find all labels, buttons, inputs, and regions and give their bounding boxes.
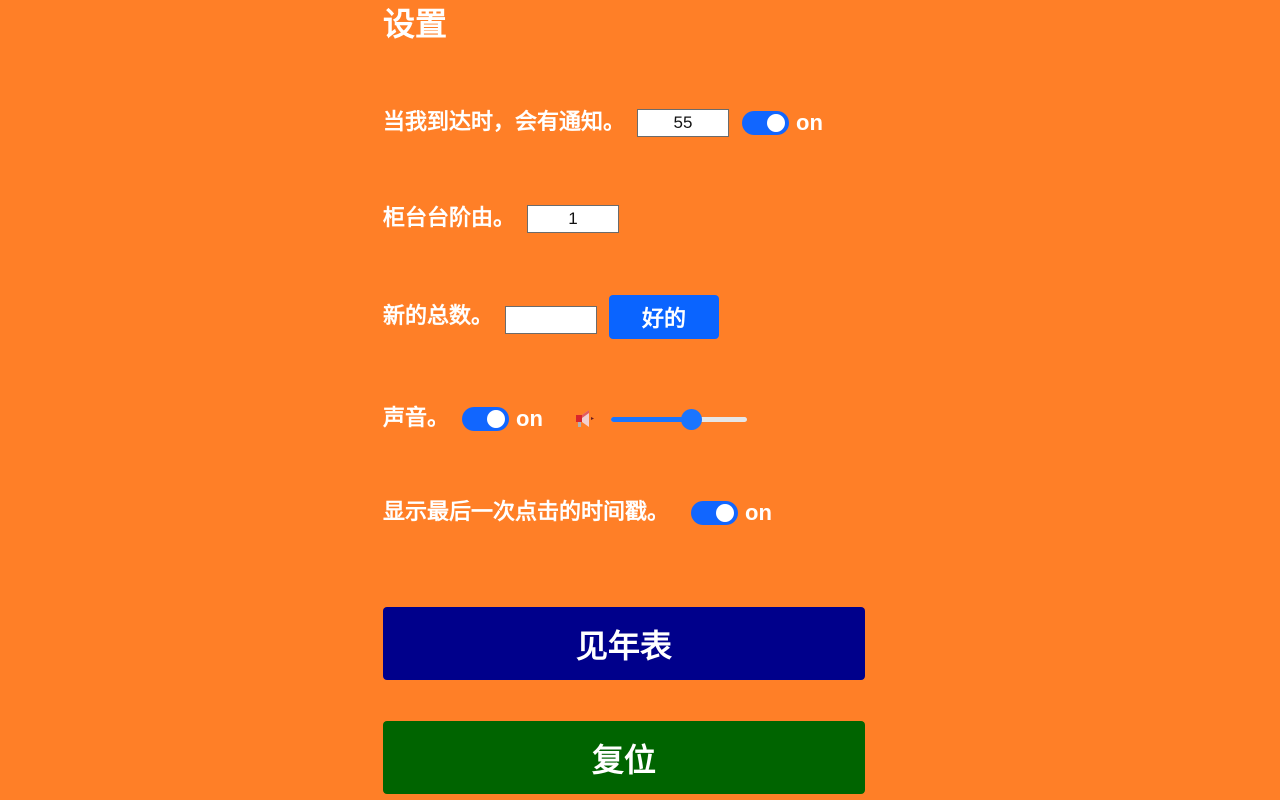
toggle-knob	[716, 504, 735, 522]
notify-row: 当我到达时，会有通知。 on	[383, 106, 823, 140]
new-total-row: 新的总数。 好的	[383, 295, 720, 339]
volume-thumb[interactable]	[680, 409, 702, 430]
counter-step-input[interactable]	[527, 205, 620, 233]
timestamp-toggle-state: on	[745, 500, 772, 525]
notify-toggle[interactable]	[742, 111, 790, 135]
volume-slider[interactable]	[610, 408, 747, 430]
sound-toggle[interactable]	[462, 407, 510, 431]
notify-count-input[interactable]	[637, 109, 730, 137]
sound-label: 声音。	[383, 406, 450, 431]
ok-button[interactable]: 好的	[609, 295, 720, 339]
timestamp-toggle[interactable]	[691, 501, 739, 525]
notify-label: 当我到达时，会有通知。	[383, 110, 626, 135]
timestamp-label: 显示最后一次点击的时间戳。	[383, 500, 670, 525]
new-total-input[interactable]	[505, 306, 598, 334]
page-title: 设置	[383, 5, 448, 43]
speaker-icon	[575, 408, 597, 430]
toggle-knob	[767, 114, 786, 132]
sound-toggle-state: on	[516, 406, 543, 431]
timestamp-row: 显示最后一次点击的时间戳。 on	[383, 496, 772, 530]
counter-step-row: 柜台台阶由。	[383, 202, 620, 236]
year-table-button[interactable]: 见年表	[383, 607, 865, 680]
notify-toggle-state: on	[796, 110, 823, 135]
new-total-label: 新的总数。	[383, 304, 494, 329]
counter-step-label: 柜台台阶由。	[383, 206, 516, 231]
reset-button[interactable]: 复位	[383, 721, 865, 794]
toggle-knob	[487, 410, 506, 428]
sound-row: 声音。 on	[383, 402, 747, 436]
volume-fill	[610, 417, 691, 422]
